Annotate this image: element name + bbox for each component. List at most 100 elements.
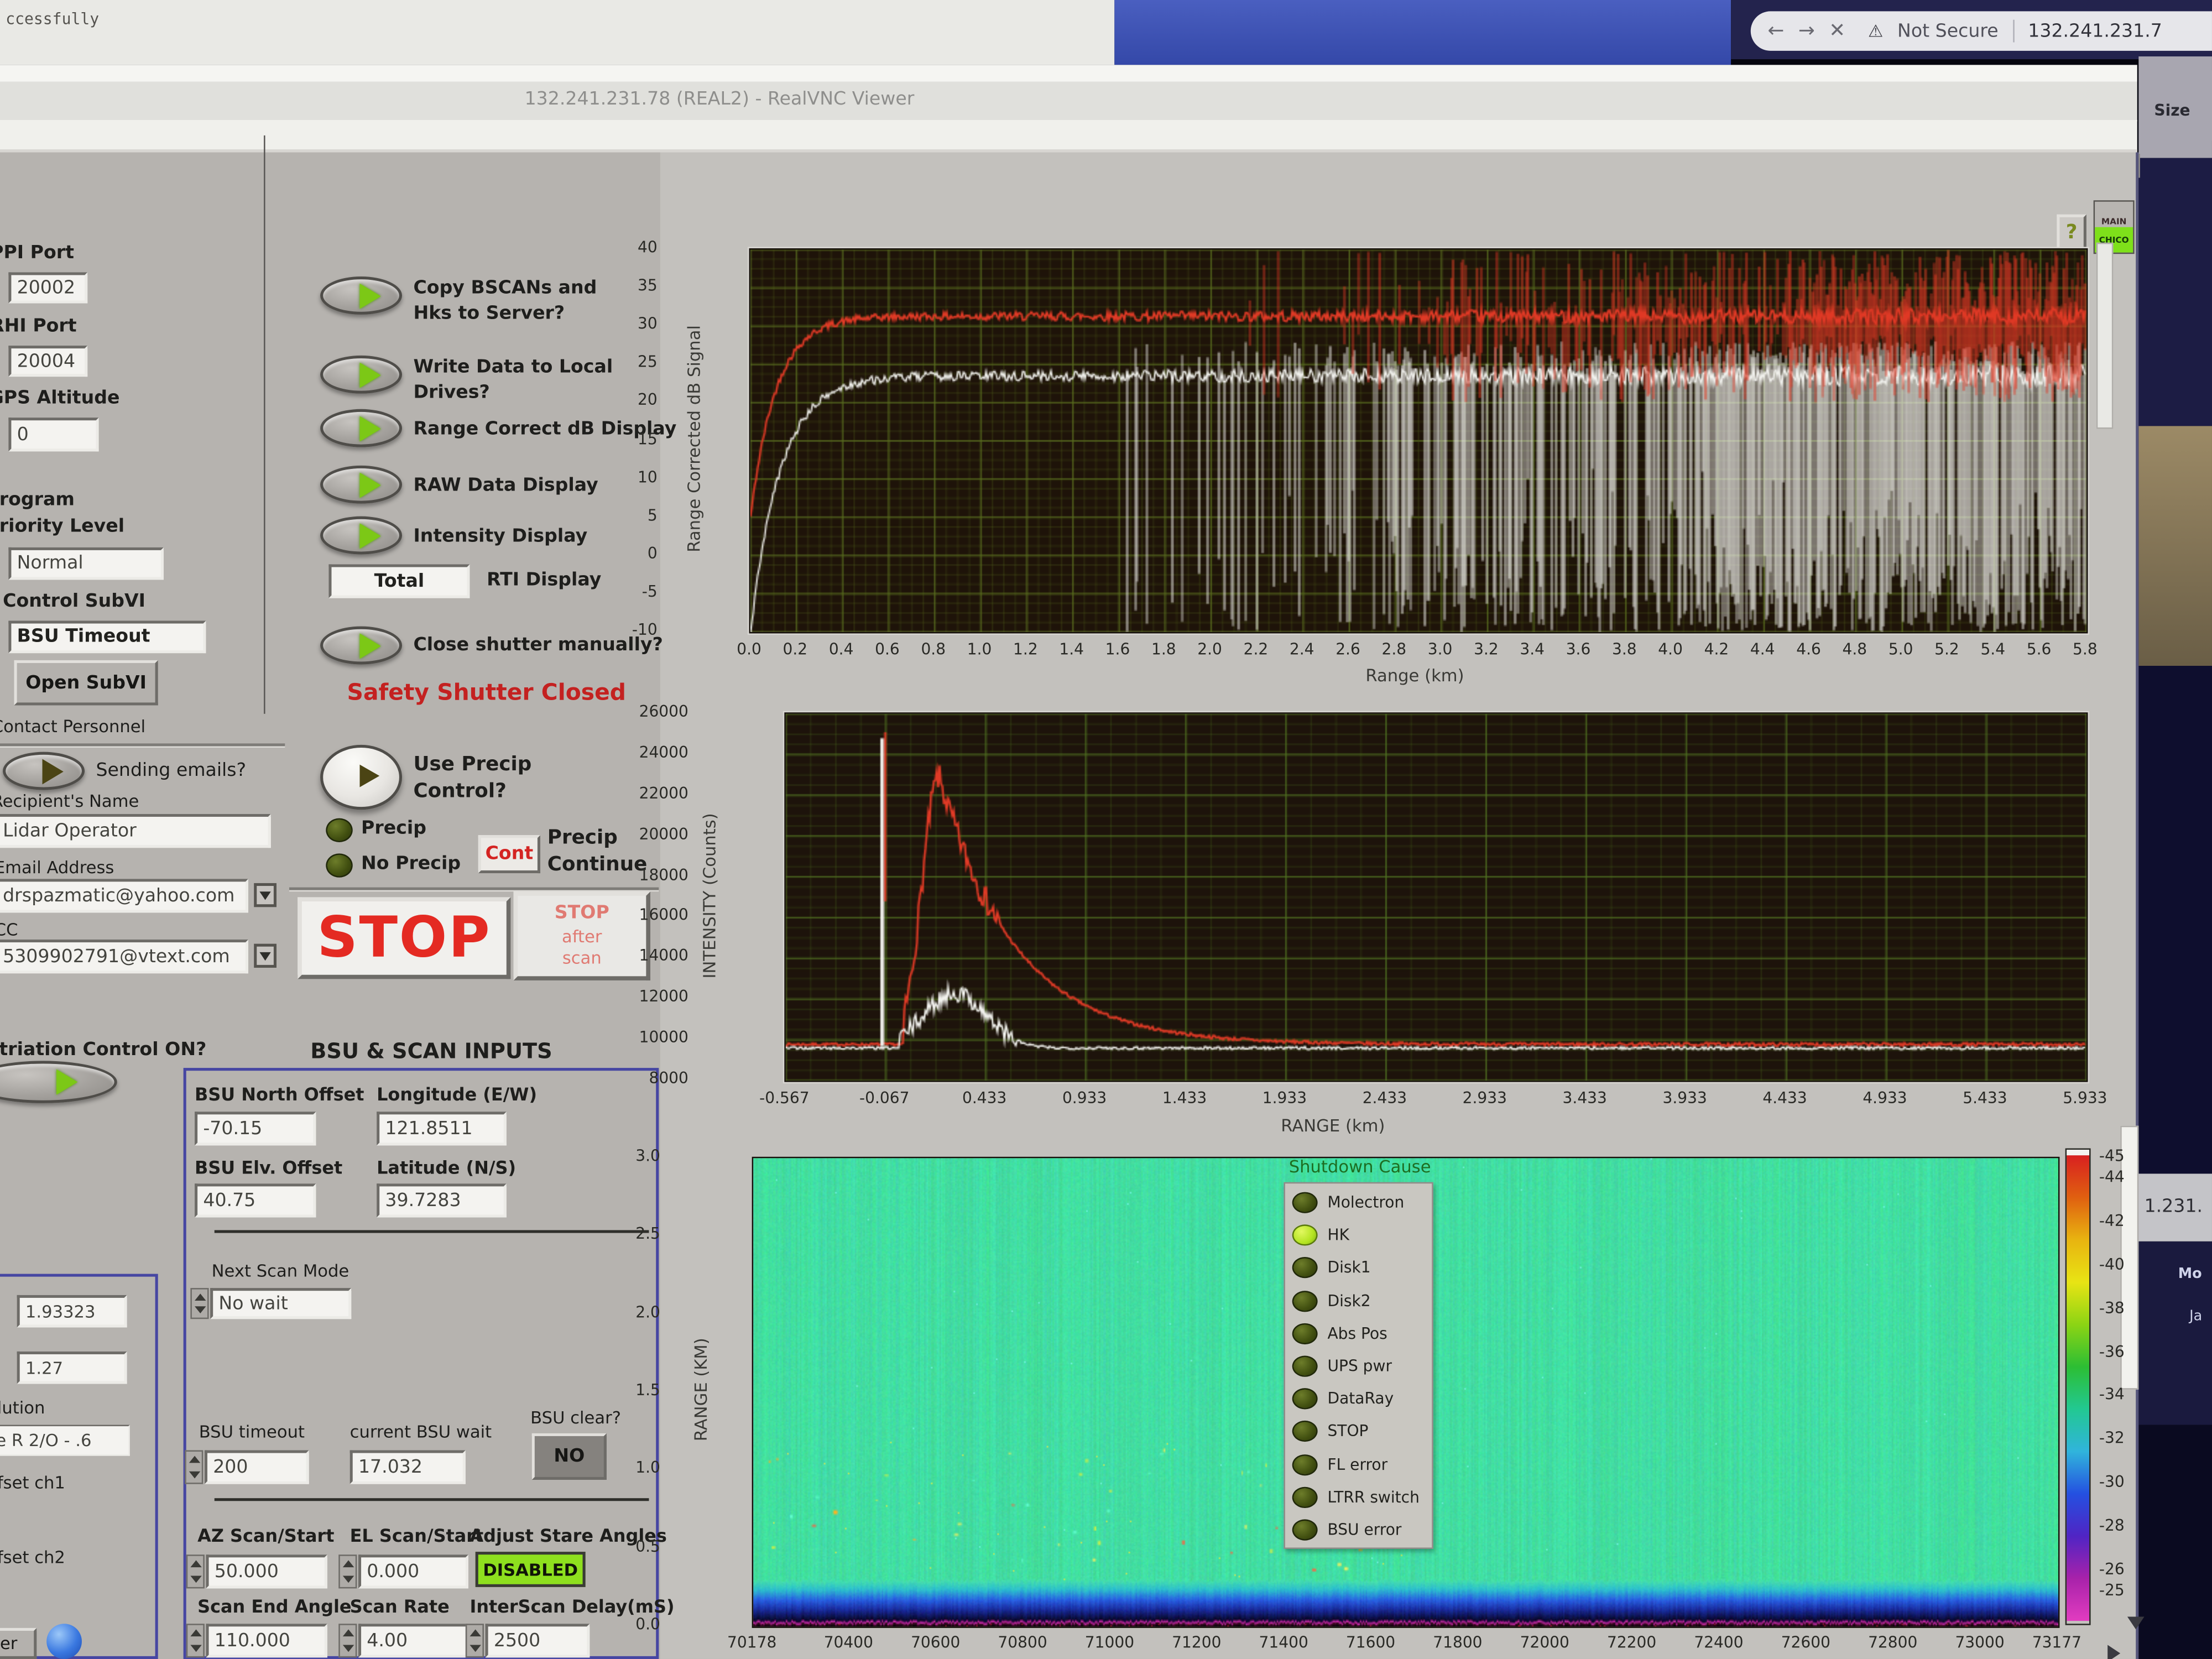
led-off: [1292, 1519, 1318, 1540]
next-scan-field[interactable]: No wait: [210, 1288, 351, 1319]
scroll-right-icon[interactable]: [2107, 1645, 2120, 1659]
precip-continue-button[interactable]: Cont: [478, 835, 540, 873]
rti-colorbar: [2065, 1149, 2091, 1625]
scan-rate-spinner[interactable]: [338, 1624, 357, 1657]
write-data-label-2: Drives?: [413, 382, 489, 403]
el-field[interactable]: 0.000: [358, 1554, 468, 1588]
stare-disabled-button[interactable]: DISABLED: [476, 1552, 586, 1587]
sending-emails-toggle[interactable]: [3, 752, 85, 790]
az-field[interactable]: 50.000: [206, 1554, 327, 1588]
shutdown-item-stop: STOP: [1292, 1421, 1369, 1442]
not-secure-label[interactable]: Not Secure: [1897, 20, 1999, 41]
led-off: [1292, 1258, 1318, 1279]
priority-field[interactable]: Normal: [8, 547, 164, 580]
email-dropdown-button[interactable]: [254, 883, 276, 907]
bsu-clear-label: BSU clear?: [530, 1408, 621, 1428]
copy-bscans-toggle[interactable]: [320, 276, 402, 315]
scan-rate-field[interactable]: 4.00: [358, 1624, 468, 1657]
ppi-port-label: PPI Port: [0, 243, 74, 264]
end-angle-spinner[interactable]: [186, 1624, 205, 1657]
interscan-field[interactable]: 2500: [486, 1624, 590, 1657]
stop-button[interactable]: STOP: [298, 897, 510, 979]
precip-label: Precip: [361, 818, 426, 839]
sending-emails-label: Sending emails?: [96, 760, 246, 781]
cc-dropdown-button[interactable]: [254, 944, 276, 968]
bsu-timeout-spinner[interactable]: [185, 1450, 203, 1484]
current-wait-field[interactable]: 17.032: [350, 1450, 466, 1484]
warning-icon: ⚠: [1868, 21, 1883, 41]
interscan-spinner[interactable]: [466, 1624, 484, 1657]
scroll-down-icon[interactable]: [2127, 1616, 2145, 1629]
intensity-display-toggle[interactable]: [320, 517, 402, 555]
mid-chart-ylabel: INTENSITY (Counts): [700, 813, 719, 978]
longitude-field[interactable]: 121.8511: [377, 1112, 507, 1145]
gps-altitude-field[interactable]: 0: [8, 418, 98, 451]
shutdown-item-disk2: Disk2: [1292, 1290, 1371, 1311]
partial-field-2[interactable]: 1.27: [17, 1352, 127, 1384]
bsu-elv-field[interactable]: 40.75: [195, 1183, 316, 1217]
bsu-timeout-field[interactable]: 200: [205, 1450, 309, 1484]
gps-altitude-label: GPS Altitude: [0, 388, 120, 409]
striation-label: Striation Control ON?: [0, 1040, 206, 1061]
recipient-field[interactable]: Lidar Operator: [0, 814, 271, 848]
use-precip-label-1: Use Precip: [413, 753, 531, 776]
shutdown-item-fl-error: FL error: [1292, 1454, 1387, 1475]
cc-field[interactable]: 5309902791@vtext.com: [0, 940, 248, 973]
led-off: [1292, 1192, 1318, 1213]
bsu-timeout-label: BSU timeout: [199, 1422, 305, 1442]
forward-icon[interactable]: →: [1798, 20, 1815, 43]
close-shutter-toggle[interactable]: [320, 627, 402, 665]
write-data-toggle[interactable]: [320, 356, 402, 394]
ppi-port-field[interactable]: 20002: [8, 272, 87, 303]
led-on: [1292, 1225, 1318, 1246]
top-chart-ylabel: Range Corrected dB Signal: [684, 325, 704, 552]
bsu-title: BSU & SCAN INPUTS: [310, 1039, 552, 1064]
shutter-status: Safety Shutter Closed: [347, 679, 626, 705]
partial-zer-button[interactable]: zer: [0, 1628, 36, 1659]
control-subvi-field[interactable]: BSU Timeout: [8, 620, 206, 653]
latitude-field[interactable]: 39.7283: [377, 1183, 507, 1217]
url2-text: 1.231.: [2145, 1196, 2203, 1217]
partial-mode-field[interactable]: e R 2/O - .6: [0, 1425, 130, 1456]
program-label-1: Program: [0, 489, 75, 510]
partial-ch2-label: fset ch2: [0, 1547, 65, 1567]
left-partial-panel: [0, 1274, 158, 1659]
led-off: [1292, 1486, 1318, 1507]
top-chart-xlabel: Range (km): [1365, 666, 1464, 686]
el-label: EL Scan/Start: [350, 1525, 484, 1546]
shutdown-cause-panel: MolectronHKDisk1Disk2Abs PosUPS pwrDataR…: [1284, 1182, 1433, 1549]
top-chart-scrollbar[interactable]: [2096, 243, 2114, 429]
use-precip-knob[interactable]: [320, 745, 402, 810]
led-off: [1292, 1421, 1318, 1442]
close-tab-icon[interactable]: ✕: [1829, 20, 1845, 43]
bsu-north-field[interactable]: -70.15: [195, 1112, 316, 1145]
mid-chart-plot: [784, 712, 2088, 1082]
partial-ch1-label: fset ch1: [0, 1473, 65, 1493]
browser-toolbar: ← → ✕ ⚠ Not Secure 132.241.231.7: [1751, 11, 2212, 50]
back-icon[interactable]: ←: [1767, 20, 1784, 43]
range-correct-toggle[interactable]: [320, 409, 402, 447]
rti-total-field[interactable]: Total: [328, 564, 469, 598]
email-label: Email Address: [0, 858, 114, 878]
az-spinner[interactable]: [186, 1554, 205, 1588]
end-angle-field[interactable]: 110.000: [206, 1624, 327, 1657]
raw-data-toggle[interactable]: [320, 466, 402, 504]
vnc-title: 132.241.231.78 (REAL2) - RealVNC Viewer: [0, 89, 1439, 110]
open-subvi-button[interactable]: Open SubVI: [14, 660, 158, 706]
rhi-port-field[interactable]: 20004: [8, 346, 87, 377]
el-spinner[interactable]: [338, 1554, 357, 1588]
url-text[interactable]: 132.241.231.7: [2028, 20, 2162, 41]
stop-after-scan-button[interactable]: STOP after scan: [514, 891, 650, 980]
email-field[interactable]: drspazmatic@yahoo.com: [0, 879, 248, 912]
shutdown-cause-title: Shutdown Cause: [1287, 1157, 1433, 1177]
led-off: [1292, 1454, 1318, 1475]
longitude-label: Longitude (E/W): [377, 1083, 537, 1104]
next-scan-spinner[interactable]: [190, 1288, 208, 1319]
rhi-port-label: RHI Port: [0, 316, 77, 337]
cc-label: CC: [0, 920, 18, 940]
terminal-text: ccessfully: [6, 10, 99, 28]
raw-data-label: RAW Data Display: [413, 476, 598, 497]
partial-field-1[interactable]: 1.93323: [17, 1295, 127, 1328]
url-divider: [2012, 20, 2014, 43]
backdrop-desert-photo: [2138, 426, 2212, 666]
